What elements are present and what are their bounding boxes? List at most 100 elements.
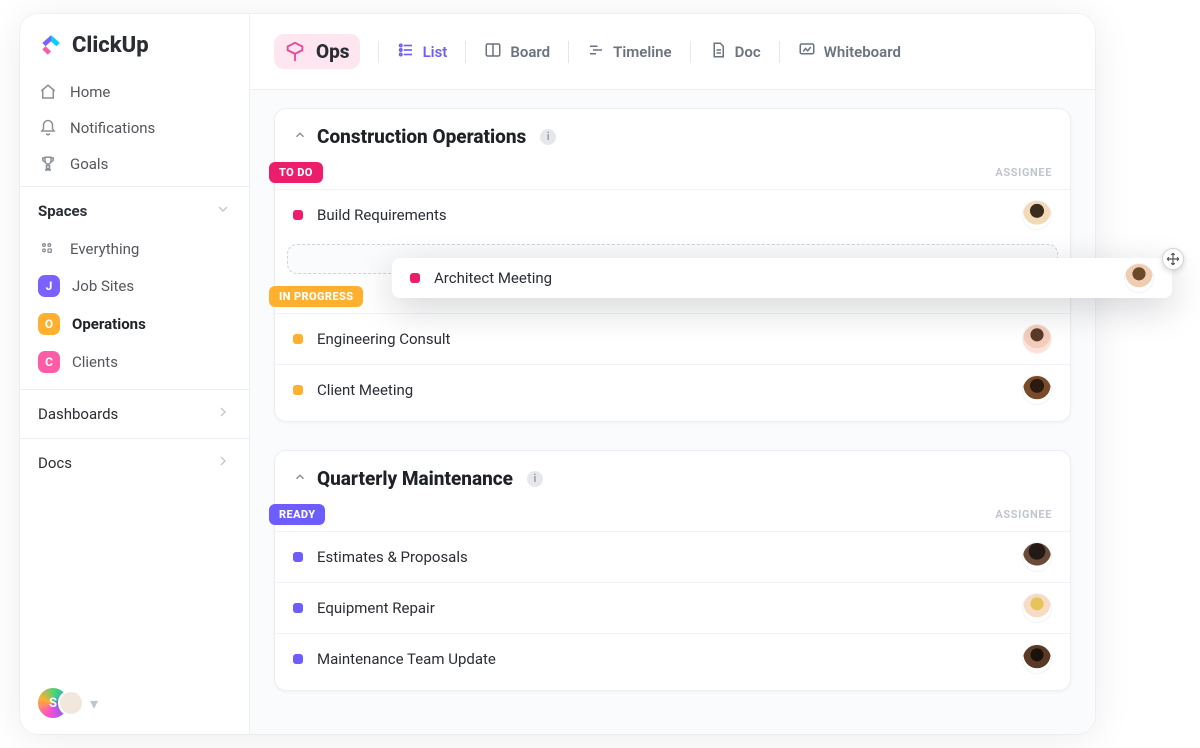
nav-notifications[interactable]: Notifications	[20, 110, 249, 146]
chevron-down-icon	[215, 201, 231, 221]
trophy-icon	[38, 154, 58, 174]
space-everything[interactable]: Everything	[20, 231, 249, 267]
info-icon[interactable]: i	[540, 129, 556, 145]
task-row[interactable]: Estimates & Proposals	[275, 531, 1070, 582]
separator	[690, 41, 691, 63]
task-name: Estimates & Proposals	[317, 548, 468, 566]
doc-icon	[709, 41, 727, 63]
sidebar-dashboards[interactable]: Dashboards	[20, 389, 249, 438]
chevron-right-icon	[215, 453, 231, 473]
list-title: Construction Operations	[317, 125, 526, 148]
assignee-avatar[interactable]	[1022, 593, 1052, 623]
space-chip-label: Ops	[316, 40, 350, 63]
chevron-up-icon	[293, 469, 307, 488]
task-row[interactable]: Client Meeting	[275, 364, 1070, 415]
space-job-sites[interactable]: J Job Sites	[20, 267, 249, 305]
task-name: Build Requirements	[317, 206, 447, 224]
row-label: Docs	[38, 454, 72, 472]
view-label: List	[423, 43, 448, 61]
space-chip[interactable]: Ops	[274, 34, 360, 69]
view-tab-timeline[interactable]: Timeline	[587, 41, 671, 63]
list-header[interactable]: Construction Operations i	[275, 109, 1070, 158]
dragging-task[interactable]: Architect Meeting	[392, 258, 1172, 298]
grid-icon	[38, 239, 58, 259]
status-dot	[293, 552, 303, 562]
separator	[568, 41, 569, 63]
space-badge: O	[38, 313, 60, 335]
space-clients[interactable]: C Clients	[20, 343, 249, 381]
space-label: Clients	[72, 353, 118, 371]
board-icon	[484, 41, 502, 63]
status-header: TO DO ASSIGNEE	[275, 158, 1070, 189]
task-name: Engineering Consult	[317, 330, 450, 348]
status-pill-ready[interactable]: READY	[269, 504, 325, 525]
space-label: Everything	[70, 240, 139, 258]
caret-down-icon: ▾	[90, 694, 98, 713]
home-icon	[38, 82, 58, 102]
chevron-up-icon	[293, 127, 307, 146]
app-window: ClickUp Home Notifications Goals	[20, 14, 1095, 734]
assignee-avatar[interactable]	[1124, 263, 1154, 293]
list-icon	[397, 41, 415, 63]
task-row[interactable]: Engineering Consult	[275, 313, 1070, 364]
sidebar-presence[interactable]: S ▾	[20, 672, 249, 734]
space-label: Operations	[72, 315, 146, 333]
nav-label: Notifications	[70, 119, 155, 137]
row-label: Dashboards	[38, 405, 118, 423]
view-label: Whiteboard	[824, 43, 901, 61]
space-badge: C	[38, 351, 60, 373]
space-label: Job Sites	[72, 277, 134, 295]
topbar: Ops List Board Timeline	[250, 14, 1095, 90]
brand-name: ClickUp	[72, 33, 149, 58]
list-quarterly-maintenance: Quarterly Maintenance i READY ASSIGNEE E…	[274, 450, 1071, 691]
status-dot	[293, 210, 303, 220]
view-label: Doc	[735, 43, 761, 61]
assignee-avatar[interactable]	[1022, 644, 1052, 674]
primary-nav: Home Notifications Goals	[20, 70, 249, 186]
chevron-right-icon	[215, 404, 231, 424]
assignee-avatar[interactable]	[1022, 324, 1052, 354]
status-dot	[410, 273, 420, 283]
brand-logo[interactable]: ClickUp	[20, 24, 249, 70]
separator	[465, 41, 466, 63]
sidebar: ClickUp Home Notifications Goals	[20, 14, 250, 734]
spaces-header[interactable]: Spaces	[20, 186, 249, 229]
task-row[interactable]: Maintenance Team Update	[275, 633, 1070, 684]
view-tab-doc[interactable]: Doc	[709, 41, 761, 63]
view-tab-whiteboard[interactable]: Whiteboard	[798, 41, 901, 63]
separator	[378, 41, 379, 63]
timeline-icon	[587, 41, 605, 63]
task-row[interactable]: Build Requirements	[275, 189, 1070, 240]
status-header: READY ASSIGNEE	[275, 500, 1070, 531]
status-pill-inprogress[interactable]: IN PROGRESS	[269, 286, 363, 307]
move-cursor-icon	[1162, 248, 1184, 270]
task-row[interactable]: Equipment Repair	[275, 582, 1070, 633]
main-content: Ops List Board Timeline	[250, 14, 1095, 734]
sidebar-docs[interactable]: Docs	[20, 438, 249, 487]
assignee-avatar[interactable]	[1022, 375, 1052, 405]
space-badge: J	[38, 275, 60, 297]
status-pill-todo[interactable]: TO DO	[269, 162, 323, 183]
nav-home[interactable]: Home	[20, 74, 249, 110]
separator	[779, 41, 780, 63]
view-tab-board[interactable]: Board	[484, 41, 550, 63]
bell-icon	[38, 118, 58, 138]
space-operations[interactable]: O Operations	[20, 305, 249, 343]
nav-label: Goals	[70, 155, 108, 173]
list-title: Quarterly Maintenance	[317, 467, 513, 490]
task-name: Architect Meeting	[434, 269, 552, 287]
status-dot	[293, 334, 303, 344]
view-tab-list[interactable]: List	[397, 41, 448, 63]
view-label: Board	[510, 43, 550, 61]
whiteboard-icon	[798, 41, 816, 63]
assignee-avatar[interactable]	[1022, 542, 1052, 572]
column-assignee: ASSIGNEE	[995, 508, 1052, 521]
presence-avatar	[58, 690, 84, 716]
info-icon[interactable]: i	[527, 471, 543, 487]
space-list: Everything J Job Sites O Operations C Cl…	[20, 229, 249, 389]
nav-goals[interactable]: Goals	[20, 146, 249, 182]
column-assignee: ASSIGNEE	[995, 166, 1052, 179]
assignee-avatar[interactable]	[1022, 200, 1052, 230]
status-dot	[293, 654, 303, 664]
list-header[interactable]: Quarterly Maintenance i	[275, 451, 1070, 500]
